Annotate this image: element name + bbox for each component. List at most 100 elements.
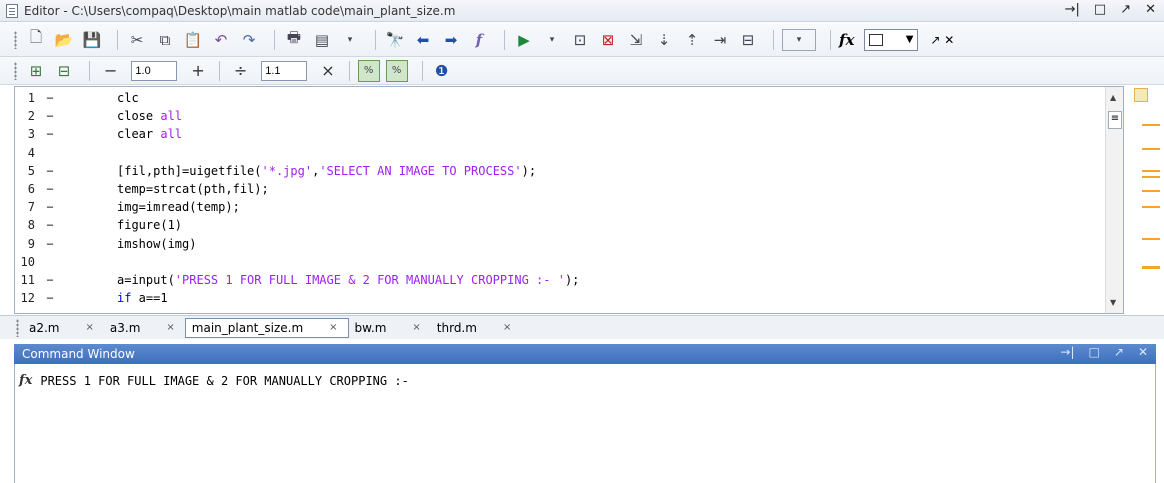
toolbar-grip[interactable] [14, 30, 17, 49]
undock-icon[interactable]: ↗ [1120, 2, 1131, 17]
code-line[interactable]: 10 [15, 253, 1123, 271]
code-line[interactable]: 3− clear all [15, 125, 1123, 143]
warning-marker[interactable] [1142, 266, 1160, 269]
breakpoint-gutter[interactable]: − [35, 237, 65, 251]
fx-prompt-icon[interactable]: fx [19, 373, 32, 388]
print-icon[interactable]: 🖶 [283, 28, 305, 51]
warning-marker[interactable] [1142, 190, 1160, 192]
maximize-icon[interactable]: □ [1089, 345, 1100, 359]
find-icon[interactable]: 🔭 [384, 29, 406, 51]
close-icon[interactable]: ✕ [1138, 345, 1148, 359]
paste-icon[interactable]: 📋 [182, 29, 204, 51]
close-icon[interactable]: ✕ [1145, 2, 1156, 17]
breakpoint-gutter[interactable]: − [35, 91, 65, 105]
toolbar-separator [773, 29, 774, 50]
undock-icon[interactable]: ↗ [1114, 345, 1124, 359]
warning-marker[interactable] [1142, 170, 1160, 172]
warning-marker[interactable] [1142, 238, 1160, 240]
code-line[interactable]: 5− [fil,pth]=uigetfile('*.jpg','SELECT AN… [15, 162, 1123, 180]
toolbar-grip[interactable] [14, 61, 17, 80]
warning-marker[interactable] [1142, 206, 1160, 208]
breakpoint-gutter[interactable]: − [35, 127, 65, 141]
cut-icon[interactable]: ✂ [126, 29, 148, 51]
dock-icon[interactable]: →| [1065, 2, 1080, 17]
undock-icon[interactable]: ↗ ✕ [930, 33, 954, 47]
tab-label: a2.m [29, 320, 60, 335]
code-line[interactable]: 6− temp=strcat(pth,fil); [15, 180, 1123, 198]
evaluate-cell-icon[interactable]: ⊟ [53, 60, 75, 82]
warning-indicator-icon[interactable] [1134, 88, 1148, 102]
command-window[interactable]: fx PRESS 1 FOR FULL IMAGE & 2 FOR MANUAL… [14, 364, 1156, 483]
tab-close-icon[interactable]: × [503, 322, 511, 333]
maximize-icon[interactable]: □ [1094, 2, 1106, 17]
step-in-icon[interactable]: ⇣ [653, 29, 675, 51]
breakpoint-gutter[interactable]: − [35, 182, 65, 196]
tab-file[interactable]: bw.m × [349, 318, 431, 338]
tab-file[interactable]: a2.m × [23, 318, 104, 338]
command-output-line: fx PRESS 1 FOR FULL IMAGE & 2 FOR MANUAL… [19, 373, 409, 388]
continue-icon[interactable]: ⇥ [709, 29, 731, 51]
tab-file[interactable]: thrd.m × [431, 318, 522, 338]
code-line[interactable]: 11− a=input('PRESS 1 FOR FULL IMAGE & 2 F… [15, 271, 1123, 289]
code-line[interactable]: 9− imshow(img) [15, 235, 1123, 253]
tab-file[interactable]: main_plant_size.m × [184, 317, 349, 338]
insert-cell-icon[interactable]: ⊞ [25, 60, 47, 82]
comment-icon[interactable]: ▤ [311, 29, 333, 51]
cell-eval-advance-icon[interactable]: % [385, 59, 408, 82]
step-icon[interactable]: ⇲ [625, 29, 647, 51]
new-file-icon[interactable]: 🗋 [25, 28, 47, 51]
tab-close-icon[interactable]: × [86, 322, 94, 333]
code-line[interactable]: 2− close all [15, 107, 1123, 125]
decrement-button[interactable]: − [104, 61, 117, 80]
open-folder-icon[interactable]: 📂 [53, 29, 75, 51]
tab-close-icon[interactable]: × [329, 322, 337, 333]
code-line[interactable]: 7− img=imread(temp); [15, 198, 1123, 216]
dock-icon[interactable]: →| [1060, 345, 1074, 359]
cell-eval-icon[interactable]: % [357, 59, 380, 82]
increment-button[interactable]: + [191, 61, 204, 80]
fx-dropdown[interactable]: ▼ [864, 28, 919, 51]
redo-icon[interactable]: ↷ [238, 29, 260, 51]
back-arrow-icon[interactable]: ⬅ [412, 29, 434, 51]
copy-icon[interactable]: ⧉ [154, 29, 176, 51]
code-editor[interactable]: ▲ ≡ ▼ 1− clc 2− close all 3− clear all 4 5− [fil… [14, 86, 1124, 314]
tab-close-icon[interactable]: × [412, 322, 420, 333]
run-icon[interactable]: ▶ [513, 29, 535, 51]
exit-debug-icon[interactable]: ⊟ [737, 29, 759, 51]
tab-close-icon[interactable]: × [166, 322, 174, 333]
warning-marker[interactable] [1142, 176, 1160, 178]
forward-arrow-icon[interactable]: ➡ [440, 29, 462, 51]
breakpoint-gutter[interactable]: − [35, 273, 65, 287]
tab-file[interactable]: a3.m × [104, 318, 185, 338]
decrement-value-input[interactable] [131, 60, 178, 81]
breakpoint-gutter[interactable]: − [35, 164, 65, 178]
breakpoint-icon[interactable]: ⊡ [569, 29, 591, 51]
code-text: if a==1 [117, 291, 168, 306]
info-icon[interactable]: ❶ [431, 60, 453, 82]
warning-marker[interactable] [1142, 124, 1160, 126]
divide-value-input[interactable] [261, 60, 308, 81]
undo-icon[interactable]: ↶ [210, 29, 232, 51]
code-line[interactable]: 12− if a==1 [15, 289, 1123, 307]
toolbar-separator [89, 60, 90, 81]
code-line[interactable]: 1− clc [15, 89, 1123, 107]
divide-button[interactable]: ÷ [234, 61, 247, 80]
stack-dropdown[interactable]: ▾ [782, 28, 816, 51]
dropdown-arrow-icon[interactable]: ▾ [339, 29, 361, 51]
multiply-button[interactable]: × [321, 61, 334, 80]
dropdown-arrow-icon[interactable]: ▾ [541, 29, 563, 51]
clear-breakpoints-icon[interactable]: ⊠ [597, 29, 619, 51]
toolbar-separator [830, 29, 831, 50]
breakpoint-gutter[interactable]: − [35, 291, 65, 305]
code-line[interactable]: 4 [15, 144, 1123, 162]
warning-marker[interactable] [1142, 148, 1160, 150]
tabs-grip [16, 318, 19, 337]
command-window-title: Command Window [22, 347, 135, 361]
function-browser-icon[interactable]: f [468, 29, 490, 51]
breakpoint-gutter[interactable]: − [35, 218, 65, 232]
save-icon[interactable]: 💾 [81, 29, 103, 51]
breakpoint-gutter[interactable]: − [35, 109, 65, 123]
breakpoint-gutter[interactable]: − [35, 200, 65, 214]
code-line[interactable]: 8− figure(1) [15, 216, 1123, 234]
step-out-icon[interactable]: ⇡ [681, 29, 703, 51]
